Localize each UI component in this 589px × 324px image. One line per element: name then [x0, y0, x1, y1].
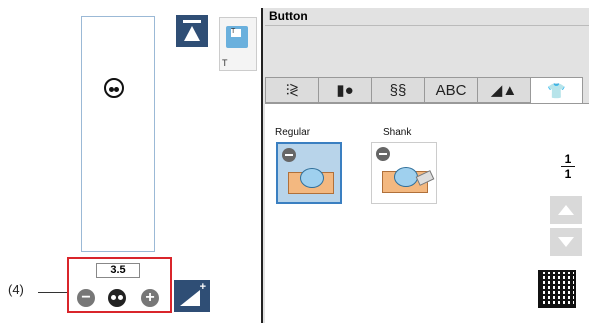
button-size-icon [108, 289, 126, 307]
tab-utility[interactable]: ⫶≷ [265, 77, 318, 103]
stitch-preview [81, 16, 155, 252]
buttonhole-icon: ▮● [336, 82, 354, 99]
tab-decorative[interactable]: §§ [371, 77, 424, 103]
presser-foot-button[interactable]: T T [219, 17, 257, 71]
button-icon [300, 168, 324, 188]
width-minus-button[interactable]: − [77, 289, 95, 307]
stitch-label-shank: Shank [383, 127, 412, 138]
category-tabs: ⫶≷ ▮● §§ ABC ◢▲ 👕 [265, 77, 589, 103]
button-knob-icon [376, 147, 390, 161]
title-divider [265, 25, 589, 26]
scroll-up-button[interactable] [550, 196, 582, 224]
needle-position-button[interactable] [176, 15, 208, 47]
stitch-shank-button[interactable] [371, 142, 437, 204]
category-title: Button [265, 8, 589, 25]
scroll-down-button[interactable] [550, 228, 582, 256]
tab-satin[interactable]: ◢▲ [477, 77, 530, 103]
stitch-regular-button[interactable] [276, 142, 342, 204]
page-current: 1 [564, 152, 572, 166]
button-icon [394, 167, 418, 187]
callout-line [38, 292, 68, 293]
page-indicator: 1 1 [561, 153, 575, 180]
presser-foot-icon [226, 26, 248, 48]
qr-code-icon [538, 270, 576, 308]
button-knob-icon [282, 148, 296, 162]
button-stitch-preview-icon [104, 78, 124, 98]
reference-plus-label: + [199, 281, 206, 293]
decorative-stitch-icon: §§ [389, 81, 407, 99]
callout-label: (4) [8, 282, 24, 297]
character-label: ABC [435, 81, 467, 99]
tab-character[interactable]: ABC [424, 77, 477, 103]
utility-stitch-icon: ⫶≷ [285, 81, 299, 99]
shirt-icon: 👕 [547, 82, 566, 100]
reference-line-button[interactable]: + [174, 280, 210, 312]
foot-icon-letter: T [231, 28, 236, 35]
width-value: 3.5 [96, 263, 140, 278]
width-plus-button[interactable]: + [141, 289, 159, 307]
tab-button[interactable]: 👕 [530, 77, 583, 103]
tab-buttonhole[interactable]: ▮● [318, 77, 371, 103]
stitch-label-regular: Regular [275, 127, 311, 138]
page-total: 1 [564, 167, 572, 181]
satin-stitch-icon: ◢▲ [490, 82, 518, 99]
presser-foot-label: T [222, 58, 228, 68]
